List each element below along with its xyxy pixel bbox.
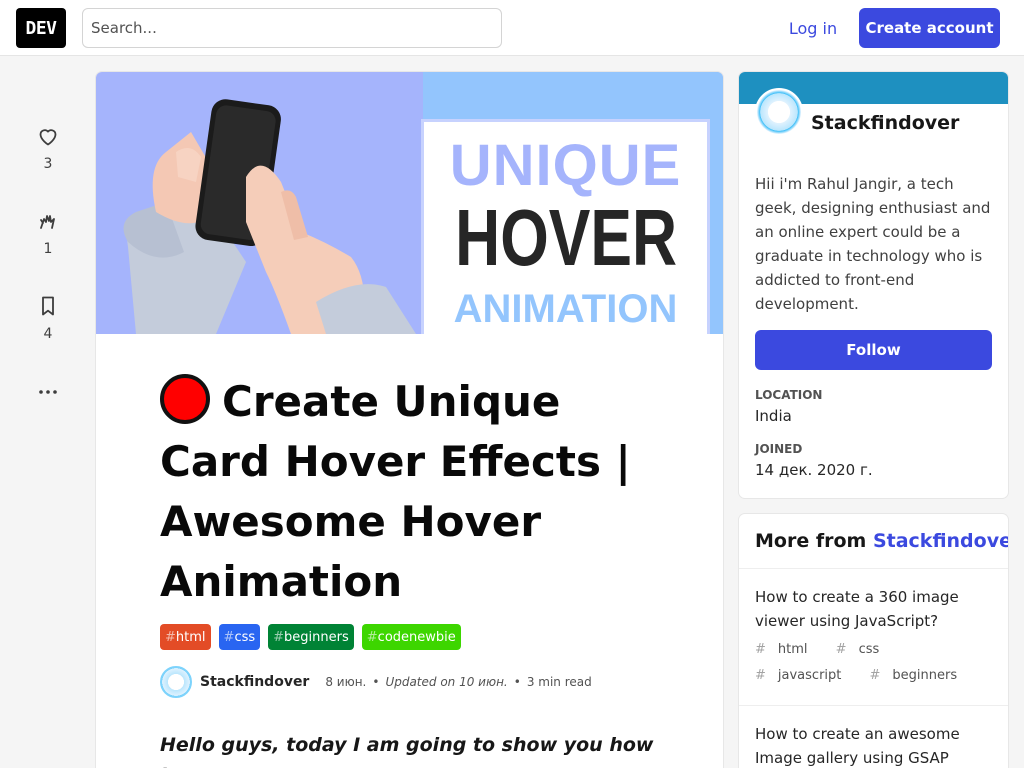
top-header: DEV Log in Create account <box>0 0 1024 56</box>
tag-beginners[interactable]: # beginners <box>268 624 354 650</box>
more-item-tag[interactable]: # css <box>836 642 892 657</box>
cover-text-panel: UNIQUE HOVER ANIMATION <box>421 119 710 334</box>
more-from-heading: More from Stackfindover <box>755 530 1008 552</box>
author-avatar[interactable] <box>160 666 192 698</box>
joined-value: 14 дек. 2020 г. <box>755 461 873 479</box>
author-profile-card: Stackfindover Hii i'm Rahul Jangir, a te… <box>739 72 1008 498</box>
divider <box>739 568 1008 569</box>
dev-logo[interactable]: DEV <box>16 8 66 48</box>
updated-date: Updated on 10 июн. <box>385 675 508 689</box>
more-options-button[interactable] <box>16 380 80 404</box>
cover-line-unique: UNIQUE <box>449 133 682 198</box>
heart-count: 3 <box>43 156 53 172</box>
article-card: UNIQUE HOVER ANIMATION Create Unique Car… <box>96 72 723 768</box>
more-from-card: More from Stackfindover How to create a … <box>739 514 1008 768</box>
cover-image: UNIQUE HOVER ANIMATION <box>96 72 723 334</box>
unicorn-reaction-button[interactable]: 1 <box>16 209 80 257</box>
divider <box>739 705 1008 706</box>
login-link[interactable]: Log in <box>776 8 850 48</box>
tag-html[interactable]: # html <box>160 624 211 650</box>
profile-bio: Hii i'm Rahul Jangir, a tech geek, desig… <box>755 175 991 313</box>
tag-list: # html # css # beginners # codenewbie <box>160 624 461 650</box>
more-item-title[interactable]: How to create a 360 image viewer using J… <box>755 585 985 633</box>
profile-avatar[interactable] <box>755 88 803 136</box>
red-circle-emoji <box>160 374 210 424</box>
meta-separator: • <box>513 675 521 689</box>
more-item-title[interactable]: How to create an awesome Image gallery u… <box>755 722 985 768</box>
more-item-tag[interactable]: # javascript <box>755 668 853 683</box>
bookmark-reaction-button[interactable]: 4 <box>16 294 80 342</box>
more-item-tags: # html # css # javascript # beginners <box>755 637 985 689</box>
more-item-tag[interactable]: # beginners <box>870 668 970 683</box>
publish-date: 8 июн. <box>325 675 367 689</box>
article-title-text: Create Unique Card Hover Effects | Aweso… <box>160 377 631 606</box>
cover-line-animation: ANIMATION <box>453 287 678 331</box>
follow-button[interactable]: Follow <box>755 330 992 370</box>
profile-name[interactable]: Stackfindover <box>811 112 959 134</box>
unicorn-icon <box>40 215 55 229</box>
cover-line-hover: HOVER <box>455 193 678 282</box>
meta-separator: • <box>372 675 380 689</box>
tag-codenewbie[interactable]: # codenewbie <box>361 624 461 650</box>
more-item-tag[interactable]: # html <box>755 642 820 657</box>
read-time: 3 min read <box>526 675 592 689</box>
create-account-button[interactable]: Create account <box>859 8 1000 48</box>
joined-label: JOINED <box>755 442 803 456</box>
article-title: Create Unique Card Hover Effects | Aweso… <box>160 372 660 612</box>
more-from-author-link[interactable]: Stackfindover <box>873 530 1008 552</box>
bookmark-icon <box>42 296 54 316</box>
heart-icon <box>39 129 57 146</box>
article-meta: Stackfindover 8 июн. • Updated on 10 июн… <box>160 664 592 700</box>
location-value: India <box>755 407 792 425</box>
article-body-intro: Hello guys, today I am going to show you… <box>160 734 654 768</box>
author-name[interactable]: Stackfindover <box>200 674 309 690</box>
unicorn-count: 1 <box>43 241 53 257</box>
more-icon <box>39 390 57 394</box>
search-input[interactable] <box>82 8 502 48</box>
hand-phone-illustration <box>123 99 416 334</box>
location-label: LOCATION <box>755 388 823 402</box>
tag-css[interactable]: # css <box>218 624 261 650</box>
bookmark-count: 4 <box>43 326 53 342</box>
heart-reaction-button[interactable]: 3 <box>16 124 80 172</box>
